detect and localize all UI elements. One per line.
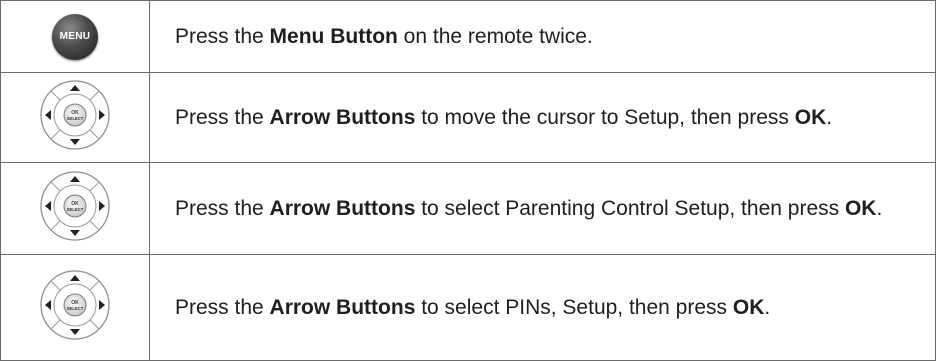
step-text-bold: Arrow Buttons (269, 295, 416, 319)
svg-text:SELECT: SELECT (67, 306, 84, 311)
step-instruction: Press the Arrow Buttons to select PINs, … (149, 254, 936, 361)
step-icon-cell: OK SELECT (0, 72, 150, 163)
step-text-bold: Menu Button (269, 24, 398, 48)
step-text-post: . (876, 196, 883, 220)
step-instruction: Press the Arrow Buttons to select Parent… (149, 162, 936, 255)
step-text-bold-2: OK (794, 105, 827, 129)
step-text-pre: Press the (175, 196, 270, 220)
step-text-pre: Press the (175, 24, 270, 48)
step-text-bold-2: OK (732, 295, 765, 319)
svg-text:SELECT: SELECT (67, 207, 84, 212)
step-text-pre: Press the (175, 105, 270, 129)
step-row: OK SELECT Press the Arrow Buttons to sel… (0, 254, 936, 361)
arrow-pad-icon: OK SELECT (39, 170, 111, 247)
step-text-mid: to move the cursor to Setup, then press (415, 105, 795, 129)
step-text-bold: Arrow Buttons (269, 196, 416, 220)
step-text-mid: on the remote twice. (397, 24, 593, 48)
step-instruction: Press the Arrow Buttons to move the curs… (149, 72, 936, 163)
step-text-bold-2: OK (844, 196, 877, 220)
arrow-pad-icon: OK SELECT (39, 79, 111, 156)
step-text-pre: Press the (175, 295, 270, 319)
step-instruction: Press the Menu Button on the remote twic… (149, 0, 936, 73)
steps-table: MENU Press the Menu Button on the remote… (0, 0, 936, 361)
step-row: OK SELECT Press the Arrow Buttons to sel… (0, 162, 936, 255)
svg-text:SELECT: SELECT (67, 116, 84, 121)
step-text-mid: to select Parenting Control Setup, then … (415, 196, 845, 220)
step-icon-cell: OK SELECT (0, 254, 150, 361)
step-row: MENU Press the Menu Button on the remote… (0, 0, 936, 73)
step-icon-cell: MENU (0, 0, 150, 73)
step-text-post: . (764, 295, 771, 319)
step-icon-cell: OK SELECT (0, 162, 150, 255)
step-text-post: . (826, 105, 833, 129)
menu-button-icon: MENU (52, 13, 98, 60)
step-row: OK SELECT Press the Arrow Buttons to mov… (0, 72, 936, 163)
arrow-pad-icon: OK SELECT (39, 269, 111, 346)
step-text-mid: to select PINs, Setup, then press (415, 295, 733, 319)
step-text-bold: Arrow Buttons (269, 105, 416, 129)
